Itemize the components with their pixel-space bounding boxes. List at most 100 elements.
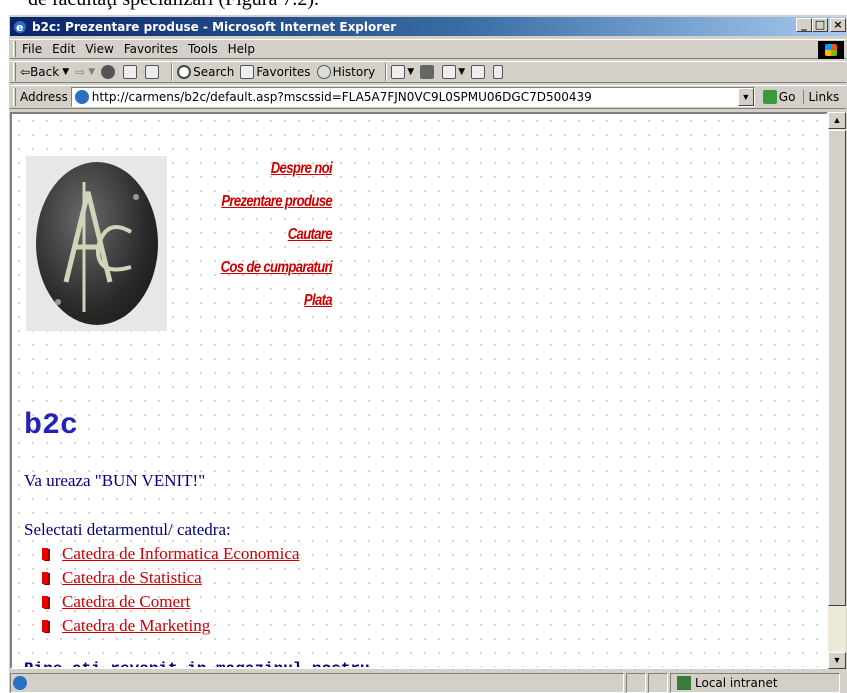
list-item: Catedra de Statistica — [42, 566, 299, 590]
address-label: Address — [20, 90, 68, 104]
nav-prezentare-produse[interactable]: Prezentare produse — [193, 191, 332, 213]
menu-favorites[interactable]: Favorites — [124, 42, 178, 56]
messenger-icon — [493, 65, 504, 79]
main-nav: Despre noi Prezentare produse Cautare Co… — [162, 158, 333, 323]
menu-view[interactable]: View — [85, 42, 113, 56]
nav-cautare[interactable]: Cautare — [193, 224, 333, 246]
go-arrow-icon — [762, 90, 777, 104]
search-button[interactable]: Search — [177, 65, 234, 79]
home-button[interactable] — [145, 65, 161, 79]
bullet-icon — [42, 572, 48, 584]
back-button[interactable]: ⇦ Back ▼ — [20, 65, 69, 79]
ie-icon: e — [14, 20, 26, 34]
back-arrow-icon: ⇦ — [20, 65, 31, 79]
vertical-scrollbar[interactable]: ▲ ▼ — [828, 112, 846, 669]
bullet-icon — [42, 548, 48, 560]
security-zone: Local intranet — [670, 672, 840, 693]
nav-plata[interactable]: Plata — [193, 290, 333, 312]
print-icon — [420, 65, 435, 79]
dept-link-comert[interactable]: Catedra de Comert — [62, 592, 190, 612]
title-bar[interactable]: e b2c: Prezentare produse - Microsoft In… — [10, 17, 846, 36]
nav-despre-noi[interactable]: Despre noi — [193, 158, 333, 180]
menu-help[interactable]: Help — [228, 42, 255, 56]
back-label: Back — [30, 65, 60, 79]
refresh-icon — [123, 65, 138, 79]
forward-dropdown-icon: ▼ — [88, 67, 96, 77]
intranet-icon — [677, 675, 691, 690]
page-icon — [74, 90, 89, 104]
document-caption: de facultăţi specializări (Figura 7.2). — [0, 0, 847, 10]
site-logo — [26, 156, 167, 331]
go-button[interactable]: Go — [762, 90, 796, 104]
address-url[interactable]: http://carmens/b2c/default.asp?mscssid=F… — [92, 90, 592, 104]
history-button[interactable]: History — [316, 65, 376, 79]
site-title: b2c — [24, 409, 79, 443]
zone-label: Local intranet — [695, 675, 778, 690]
browser-window: e b2c: Prezentare produse - Microsoft In… — [8, 14, 847, 693]
toolbar-separator — [385, 63, 388, 81]
history-icon — [316, 65, 331, 79]
window-title: b2c: Prezentare produse - Microsoft Inte… — [32, 19, 397, 34]
stop-button[interactable] — [101, 65, 117, 79]
history-label: History — [332, 65, 376, 79]
status-bar: Local intranet — [10, 671, 846, 693]
discuss-icon — [471, 65, 486, 79]
svg-text:e: e — [16, 21, 23, 34]
close-button[interactable]: × — [830, 18, 846, 32]
links-button[interactable]: Links — [803, 90, 839, 104]
forward-button[interactable]: ⇨ ▼ — [75, 65, 95, 79]
status-message — [10, 672, 624, 693]
list-item: Catedra de Marketing — [42, 614, 299, 638]
status-pane — [626, 672, 646, 693]
mail-dropdown-icon: ▼ — [407, 67, 415, 77]
dept-link-statistica[interactable]: Catedra de Statistica — [62, 568, 202, 588]
menu-grip[interactable] — [13, 41, 16, 57]
windows-logo-icon — [818, 41, 844, 59]
stop-icon — [101, 65, 116, 79]
address-input[interactable]: http://carmens/b2c/default.asp?mscssid=F… — [70, 87, 755, 107]
status-pane — [648, 672, 668, 693]
scroll-down-button[interactable]: ▼ — [828, 652, 846, 669]
edit-button[interactable]: ▼ — [442, 65, 465, 79]
favorites-button[interactable]: Favorites — [240, 65, 311, 79]
address-grip[interactable] — [13, 88, 16, 106]
list-item: Catedra de Informatica Economica — [42, 542, 299, 566]
minimize-button[interactable]: _ — [796, 18, 812, 32]
monogram-icon — [55, 182, 139, 312]
edit-dropdown-icon: ▼ — [458, 67, 466, 77]
scroll-thumb[interactable] — [828, 130, 846, 606]
dept-link-marketing[interactable]: Catedra de Marketing — [62, 616, 210, 636]
toolbar-separator — [171, 63, 174, 81]
search-icon — [177, 65, 192, 79]
home-icon — [145, 65, 160, 79]
print-button[interactable] — [420, 65, 436, 79]
bullet-icon — [42, 596, 48, 608]
standard-toolbar: ⇦ Back ▼ ⇨ ▼ Search Favorites History ▼ — [10, 61, 846, 83]
dept-link-informatica[interactable]: Catedra de Informatica Economica — [62, 544, 299, 564]
list-item: Catedra de Comert — [42, 590, 299, 614]
address-dropdown-button[interactable]: ▼ — [737, 88, 754, 106]
welcome-text: Va ureaza "BUN VENIT!" — [24, 471, 206, 490]
bullet-icon — [42, 620, 48, 632]
department-list: Catedra de Informatica Economica Catedra… — [42, 542, 299, 638]
go-label: Go — [778, 90, 796, 104]
menu-file[interactable]: File — [22, 42, 42, 56]
page-status-icon — [13, 675, 27, 690]
nav-cos-de-cumparaturi[interactable]: Cos de cumparaturi — [193, 257, 333, 279]
favorites-label: Favorites — [256, 65, 311, 79]
menu-edit[interactable]: Edit — [52, 42, 75, 56]
maximize-button[interactable]: □ — [812, 18, 828, 32]
discuss-button[interactable] — [471, 65, 487, 79]
menu-tools[interactable]: Tools — [188, 42, 218, 56]
messenger-button[interactable] — [493, 65, 505, 79]
refresh-button[interactable] — [123, 65, 139, 79]
edit-icon — [442, 65, 457, 79]
scroll-up-button[interactable]: ▲ — [828, 112, 846, 129]
mail-button[interactable]: ▼ — [391, 65, 414, 79]
back-dropdown-icon: ▼ — [62, 67, 70, 77]
favorites-icon — [240, 65, 255, 79]
page-content: Despre noi Prezentare produse Cautare Co… — [10, 112, 828, 669]
toolbar-grip[interactable] — [13, 63, 16, 81]
select-department-label: Selectati detarmentul/ catedra: — [24, 520, 231, 539]
menu-bar: File Edit View Favorites Tools Help — [10, 39, 846, 59]
